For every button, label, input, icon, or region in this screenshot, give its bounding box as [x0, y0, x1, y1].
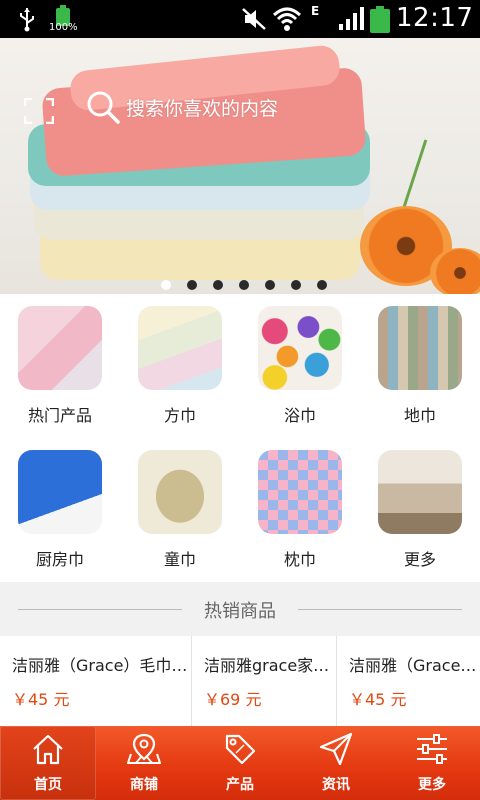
- section-header: 热销商品: [0, 582, 480, 636]
- category-hot-products[interactable]: 热门产品: [0, 294, 120, 438]
- product-list: 洁丽雅（Grace）毛巾… ￥45 元 洁丽雅grace家… ￥69 元 洁丽雅…: [0, 636, 480, 726]
- nav-label: 首页: [34, 777, 62, 793]
- category-kids-towel[interactable]: 童巾: [120, 438, 240, 582]
- product-name: 洁丽雅（Grace…: [349, 656, 477, 675]
- carousel-dot[interactable]: [291, 280, 301, 290]
- usb-icon: [20, 8, 34, 32]
- category-thumbnail: [18, 306, 102, 390]
- product-card[interactable]: 洁丽雅（Grace… ￥45 元: [337, 636, 480, 726]
- nav-home[interactable]: 首页: [0, 726, 96, 800]
- category-thumbnail: [258, 450, 342, 534]
- nav-label: 更多: [418, 777, 446, 793]
- banner-image-flower-stem: [399, 139, 428, 217]
- category-label: 方巾: [163, 406, 196, 425]
- carousel-dot[interactable]: [317, 280, 327, 290]
- scan-icon[interactable]: [24, 98, 54, 124]
- clock: 12:17: [396, 3, 474, 33]
- banner-carousel[interactable]: 搜索你喜欢的内容: [0, 38, 480, 294]
- category-square-towel[interactable]: 方巾: [120, 294, 240, 438]
- category-label: 童巾: [163, 550, 196, 569]
- nav-more[interactable]: 更多: [384, 726, 480, 800]
- category-label: 热门产品: [27, 406, 92, 425]
- category-label: 厨房巾: [35, 550, 84, 569]
- category-floor-towel[interactable]: 地巾: [360, 294, 480, 438]
- nav-products[interactable]: 产品: [192, 726, 288, 800]
- product-name: 洁丽雅grace家…: [204, 656, 330, 675]
- carousel-dot-active[interactable]: [161, 280, 171, 290]
- hot-sale-section: 热销商品 洁丽雅（Grace）毛巾… ￥45 元 洁丽雅grace家… ￥69 …: [0, 582, 480, 726]
- product-price: ￥69 元: [204, 690, 262, 709]
- product-name: 洁丽雅（Grace）毛巾…: [12, 656, 188, 675]
- nav-label: 资讯: [322, 777, 350, 793]
- product-card[interactable]: 洁丽雅grace家… ￥69 元: [192, 636, 337, 726]
- network-type: E: [311, 4, 320, 18]
- mute-icon: [242, 8, 266, 30]
- category-label: 枕巾: [283, 550, 316, 569]
- divider: [298, 609, 462, 610]
- category-thumbnail: [18, 450, 102, 534]
- category-label: 地巾: [403, 406, 436, 425]
- search-icon[interactable]: [84, 88, 122, 126]
- paper-plane-icon: [319, 732, 353, 766]
- product-card[interactable]: 洁丽雅（Grace）毛巾… ￥45 元: [0, 636, 192, 726]
- wifi-icon: [272, 7, 302, 31]
- nav-label: 产品: [226, 777, 254, 793]
- carousel-dot[interactable]: [265, 280, 275, 290]
- carousel-dot[interactable]: [187, 280, 197, 290]
- category-grid: 热门产品 方巾 浴巾 地巾 厨房巾 童巾 枕巾 更多: [0, 294, 480, 582]
- sliders-icon: [417, 734, 447, 764]
- product-price: ￥45 元: [349, 690, 407, 709]
- bottom-nav: 首页 商铺 产品 资讯 更多: [0, 726, 480, 800]
- category-thumbnail: [138, 450, 222, 534]
- category-more[interactable]: 更多: [360, 438, 480, 582]
- category-label: 更多: [403, 550, 436, 569]
- category-thumbnail: [378, 306, 462, 390]
- product-price: ￥45 元: [12, 690, 70, 709]
- battery-icon: [370, 6, 390, 33]
- sale-tag-icon: [225, 734, 256, 765]
- status-bar: 100% E 12:17: [0, 0, 480, 38]
- section-title: 热销商品: [204, 601, 276, 622]
- category-thumbnail: [258, 306, 342, 390]
- category-thumbnail: [378, 450, 462, 534]
- nav-label: 商铺: [130, 777, 158, 793]
- category-bath-towel[interactable]: 浴巾: [240, 294, 360, 438]
- category-label: 浴巾: [283, 406, 316, 425]
- battery-percentage: 100%: [49, 22, 78, 33]
- nav-shops[interactable]: 商铺: [96, 726, 192, 800]
- nav-news[interactable]: 资讯: [288, 726, 384, 800]
- map-pin-icon: [127, 733, 161, 764]
- home-icon: [33, 734, 63, 765]
- search-bar[interactable]: 搜索你喜欢的内容: [18, 86, 478, 130]
- category-thumbnail: [138, 306, 222, 390]
- signal-icon: [339, 7, 364, 30]
- carousel-indicator: [0, 280, 480, 292]
- category-pillow-towel[interactable]: 枕巾: [240, 438, 360, 582]
- search-input[interactable]: 搜索你喜欢的内容: [126, 94, 278, 121]
- carousel-dot[interactable]: [239, 280, 249, 290]
- category-kitchen-towel[interactable]: 厨房巾: [0, 438, 120, 582]
- carousel-dot[interactable]: [213, 280, 223, 290]
